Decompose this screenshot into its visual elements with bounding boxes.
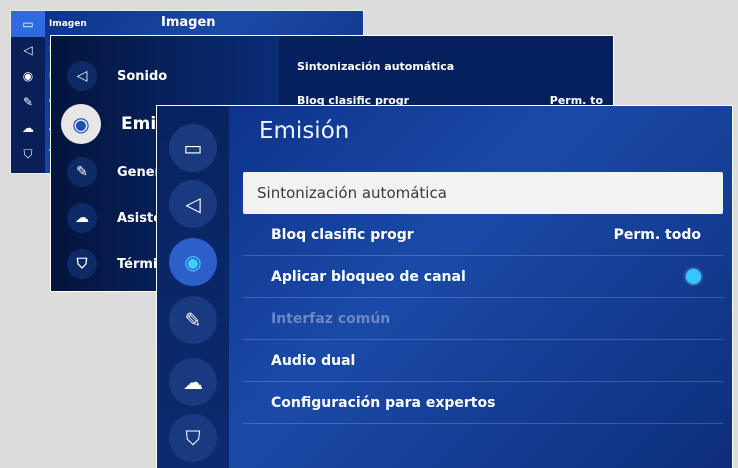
menu-item-configuracion-expertos[interactable]: Configuración para expertos bbox=[243, 382, 723, 424]
menu-item-label: Aplicar bloqueo de canal bbox=[271, 268, 466, 285]
toggle-on-indicator[interactable] bbox=[686, 269, 701, 284]
menu-item-label: Interfaz común bbox=[271, 310, 391, 327]
sidebar-item-terminos[interactable]: ⛉ Términ bbox=[67, 242, 167, 286]
sidebar-item-label: Sonido bbox=[117, 68, 168, 84]
sidebar-item-imagen[interactable]: Imagen bbox=[49, 19, 87, 29]
menu-item-aplicar-bloqueo-canal[interactable]: Aplicar bloqueo de canal bbox=[243, 256, 723, 298]
menu-item-label: Configuración para expertos bbox=[271, 394, 496, 411]
broadcast-icon[interactable]: ◉ bbox=[169, 238, 217, 286]
sidebar-item-general[interactable]: ✎ Genera bbox=[67, 150, 170, 194]
menu-item-label: Sintonización automática bbox=[257, 183, 447, 202]
menu-item-bloq-clasific-progr[interactable]: Bloq clasific progr Perm. todo bbox=[243, 214, 723, 256]
support-icon: ☁ bbox=[67, 203, 97, 233]
sidebar-back: ▭ ◁ ◉ ✎ ☁ ⛉ bbox=[11, 11, 45, 173]
speaker-icon[interactable]: ◁ bbox=[169, 180, 217, 228]
settings-menu: Sintonización automática Bloq clasific p… bbox=[243, 172, 723, 424]
sidebar-front: ▭ ◁ ◉ ✎ ☁ ⛉ bbox=[157, 106, 229, 468]
picture-icon[interactable]: ▭ bbox=[11, 11, 45, 37]
sidebar-item-emision[interactable]: ◉ Emis bbox=[61, 102, 166, 146]
speaker-icon[interactable]: ◁ bbox=[11, 37, 45, 63]
menu-item-sintonizacion-automatica[interactable]: Sintonización automática bbox=[243, 172, 723, 214]
menu-item-label: Sintonización automática bbox=[297, 60, 455, 73]
menu-item-sintonizacion[interactable]: Sintonización automática bbox=[297, 60, 603, 73]
speaker-icon: ◁ bbox=[67, 61, 97, 91]
sidebar-item-asistencia[interactable]: ☁ Asiste bbox=[67, 196, 162, 240]
page-title-back: Imagen bbox=[161, 15, 216, 30]
picture-icon[interactable]: ▭ bbox=[169, 124, 217, 172]
support-icon[interactable]: ☁ bbox=[11, 115, 45, 141]
support-icon[interactable]: ☁ bbox=[169, 358, 217, 406]
wrench-icon[interactable]: ✎ bbox=[169, 296, 217, 344]
menu-item-label: Audio dual bbox=[271, 352, 356, 369]
page-title: Emisión bbox=[259, 118, 350, 144]
shield-icon[interactable]: ⛉ bbox=[169, 414, 217, 462]
shield-icon[interactable]: ⛉ bbox=[11, 141, 45, 167]
broadcast-icon: ◉ bbox=[61, 104, 101, 144]
menu-item-interfaz-comun: Interfaz común bbox=[243, 298, 723, 340]
wrench-icon[interactable]: ✎ bbox=[11, 89, 45, 115]
wrench-icon: ✎ bbox=[67, 157, 97, 187]
shield-icon: ⛉ bbox=[67, 249, 97, 279]
sidebar-item-sonido[interactable]: ◁ Sonido bbox=[67, 54, 167, 98]
menu-item-label: Bloq clasific progr bbox=[271, 226, 414, 243]
tv-screen-front: ▭ ◁ ◉ ✎ ☁ ⛉ Emisión Sintonización automá… bbox=[156, 105, 733, 468]
menu-item-value: Perm. todo bbox=[613, 226, 701, 243]
broadcast-icon[interactable]: ◉ bbox=[11, 63, 45, 89]
menu-item-audio-dual[interactable]: Audio dual bbox=[243, 340, 723, 382]
